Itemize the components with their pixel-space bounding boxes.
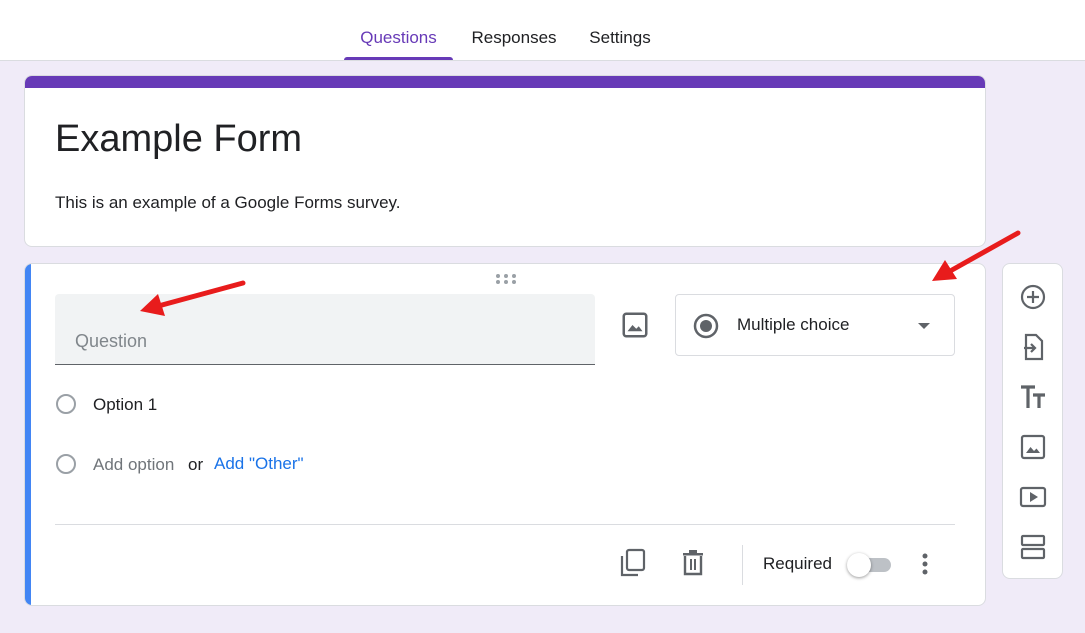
dropdown-arrow-icon	[918, 323, 930, 329]
question-card[interactable]: Multiple choice Option 1 Add option or A…	[24, 263, 986, 606]
question-type-label: Multiple choice	[737, 315, 850, 334]
add-title-icon[interactable]	[1018, 382, 1048, 412]
question-title-input[interactable]	[55, 294, 595, 365]
radio-button-icon	[693, 313, 719, 339]
footer-separator	[742, 545, 743, 585]
add-question-icon[interactable]	[1018, 282, 1048, 312]
add-image-icon[interactable]	[620, 310, 650, 340]
add-option-button[interactable]: Add option	[93, 455, 174, 475]
required-label: Required	[763, 554, 832, 573]
option-1-label[interactable]: Option 1	[93, 395, 157, 415]
form-title[interactable]: Example Form	[55, 118, 302, 161]
add-video-icon[interactable]	[1018, 482, 1048, 512]
top-tab-bar: Questions Responses Settings	[0, 0, 1085, 61]
toggle-knob	[847, 553, 871, 577]
footer-divider	[55, 524, 955, 525]
or-text: or	[188, 455, 204, 474]
form-header-card: Example Form This is an example of a Goo…	[24, 75, 986, 247]
required-toggle[interactable]	[847, 552, 897, 578]
side-toolbar	[1002, 263, 1063, 579]
tab-responses[interactable]: Responses	[462, 0, 566, 60]
more-options-icon[interactable]	[920, 552, 930, 576]
tab-questions[interactable]: Questions	[344, 0, 453, 60]
add-other-button[interactable]: Add "Other"	[214, 454, 304, 474]
add-option-radio	[56, 454, 76, 474]
import-questions-icon[interactable]	[1018, 332, 1048, 362]
drag-handle-icon[interactable]	[495, 273, 517, 285]
duplicate-icon[interactable]	[619, 548, 647, 578]
add-image-icon[interactable]	[1018, 432, 1048, 462]
delete-icon[interactable]	[681, 549, 705, 577]
form-description[interactable]: This is an example of a Google Forms sur…	[55, 193, 401, 213]
option-radio	[56, 394, 76, 414]
tab-settings[interactable]: Settings	[578, 0, 662, 60]
add-section-icon[interactable]	[1018, 532, 1048, 562]
header-accent-bar	[25, 76, 985, 88]
active-question-indicator	[25, 264, 31, 605]
question-type-dropdown[interactable]: Multiple choice	[675, 294, 955, 356]
